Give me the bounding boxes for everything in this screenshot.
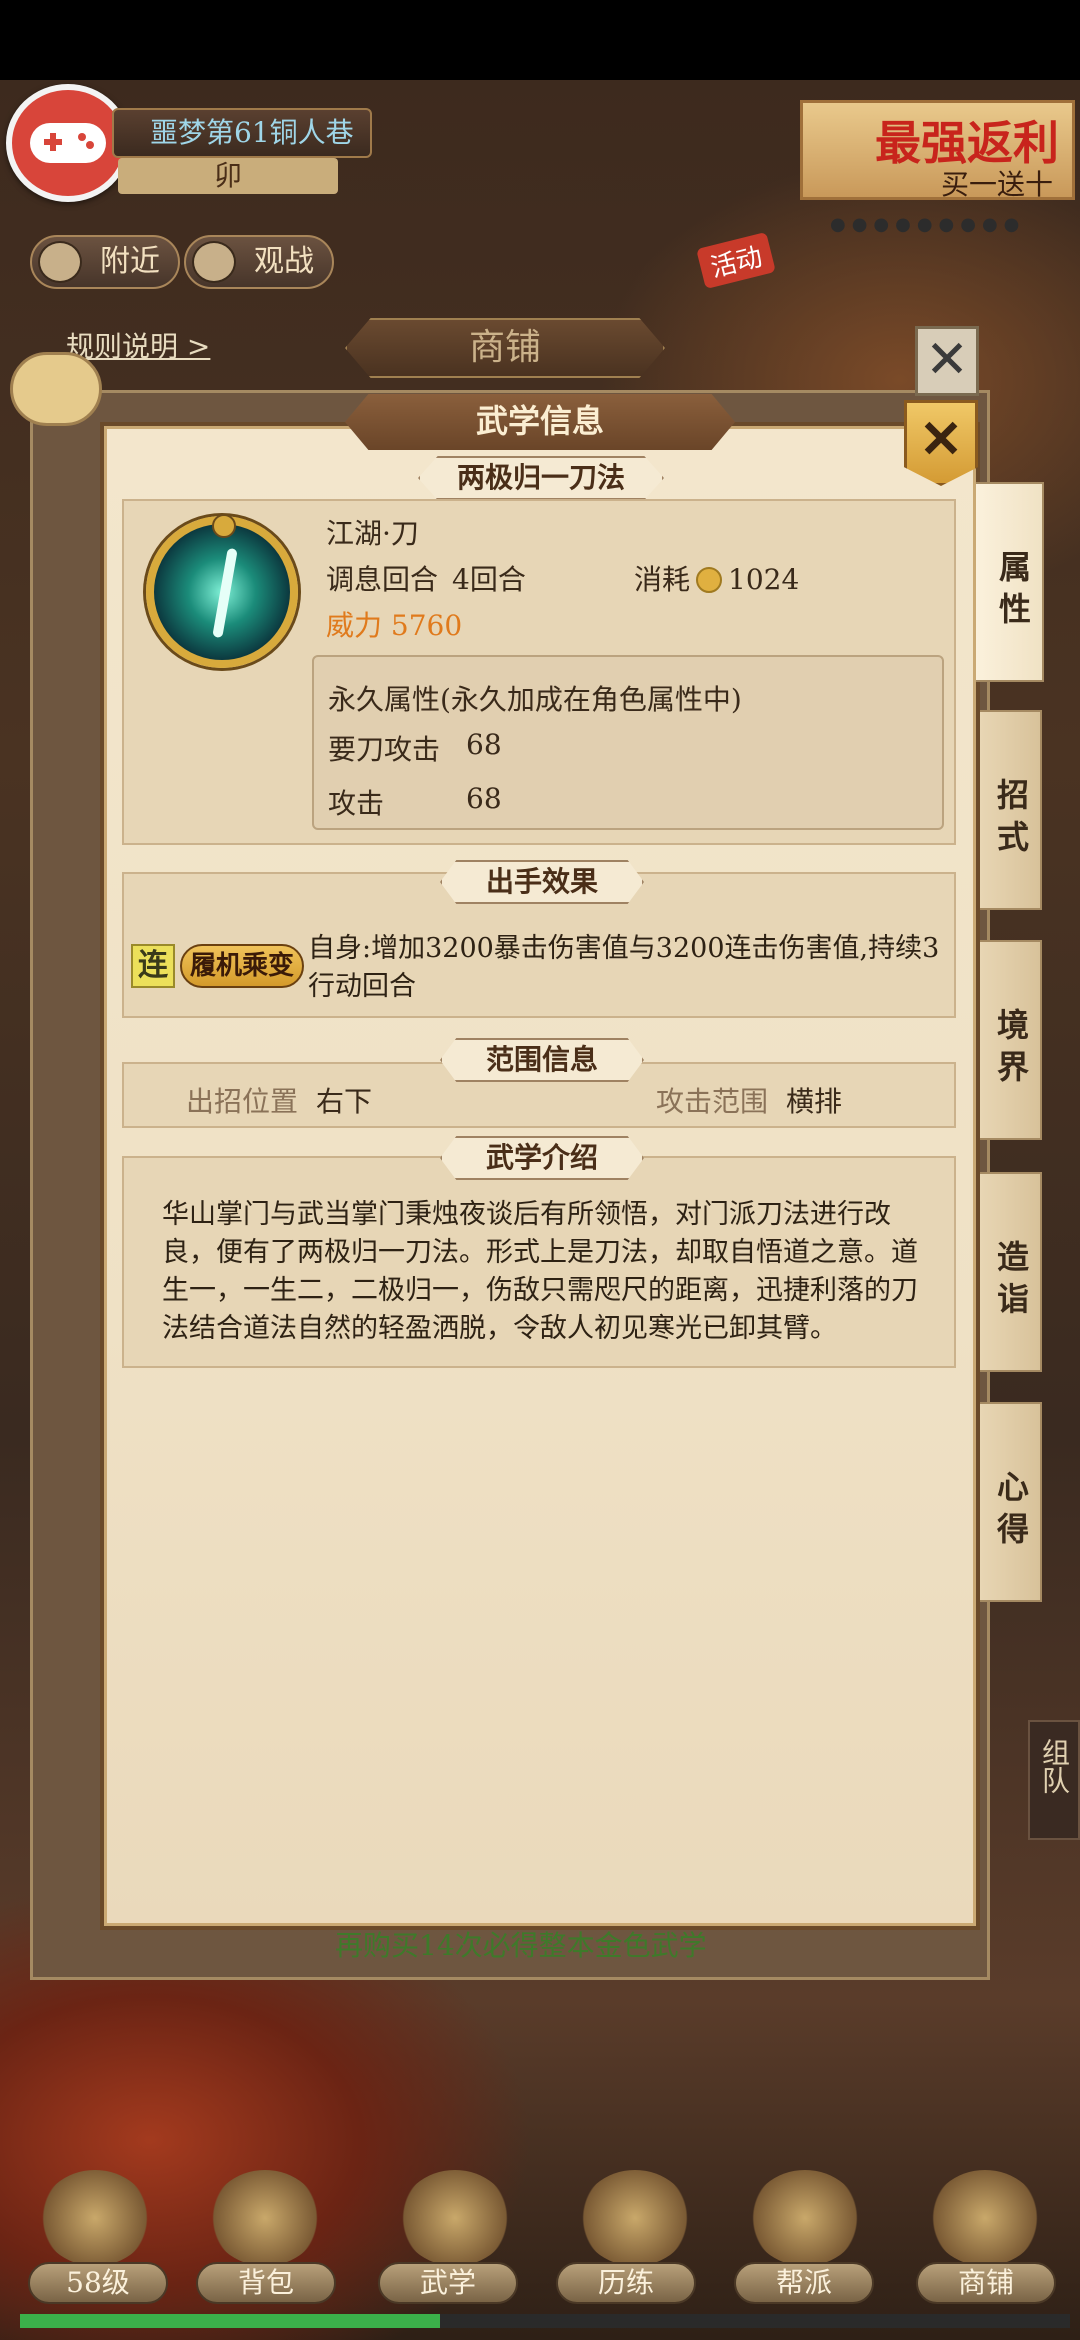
combo-badge: 连 [131, 944, 175, 988]
tab-moves[interactable]: 招式 [980, 710, 1042, 910]
tab-mastery[interactable]: 造诣 [980, 1172, 1042, 1372]
camera-icon [192, 241, 236, 283]
effect-description: 自身:增加3200暴击伤害值与3200连击伤害值,持续3行动回合 [308, 933, 940, 1002]
gamepad-icon [30, 123, 106, 163]
nav-martial-arts[interactable]: 武学 [378, 2262, 518, 2304]
nearby-label: 附近 [100, 244, 160, 279]
position-value: 右下 [316, 1085, 373, 1118]
perm-attr-value: 68 [466, 728, 502, 761]
range-section-title: 范围信息 [440, 1038, 644, 1082]
perm-attr-value: 68 [466, 782, 502, 815]
close-icon: ✕ [919, 409, 963, 470]
location-time: 卯 [118, 158, 338, 194]
cost-row: 消耗 1024 [634, 558, 799, 598]
promo-subtitle: 买一送十 [941, 168, 1054, 201]
intro-section-title: 武学介绍 [440, 1136, 644, 1180]
nav-level[interactable]: 58级 [28, 2262, 168, 2304]
banner-icon [750, 2170, 860, 2266]
nearby-button[interactable]: 附近 [30, 235, 180, 289]
effect-skill-badge[interactable]: 履机乘变 [180, 944, 304, 988]
shop-close-button[interactable]: ✕ [915, 326, 979, 396]
group-tab[interactable]: 组队 [1028, 1720, 1080, 1840]
perm-title: 永久属性(永久加成在角色属性中) [328, 683, 742, 716]
perm-attr-name: 攻击 [328, 787, 385, 820]
tab-attributes[interactable]: 属性 [976, 482, 1044, 682]
nearby-icon [38, 241, 82, 283]
drum-icon [580, 2170, 690, 2266]
skill-type: 江湖·刀 [326, 517, 419, 550]
intro-description: 华山掌门与武当掌门秉烛夜谈后有所领悟，对门派刀法进行改良，便有了两极归一刀法。形… [162, 1199, 918, 1344]
bag-icon [210, 2170, 320, 2266]
coin-icon [696, 567, 723, 593]
power-value: 威力 5760 [326, 609, 463, 642]
nav-shop[interactable]: 商铺 [916, 2262, 1056, 2304]
location-name: 噩梦第61铜人巷 [112, 108, 372, 158]
shop-icon [930, 2170, 1040, 2266]
nav-training[interactable]: 历练 [556, 2262, 696, 2304]
promo-pager-dots: ●●●●●●●●● [830, 214, 1026, 235]
watch-label: 观战 [254, 244, 314, 279]
rest-rounds-value: 4回合 [452, 563, 526, 596]
status-bar [0, 0, 1080, 80]
experience-fill [20, 2314, 440, 2328]
level-icon [40, 2170, 150, 2266]
effect-section-title: 出手效果 [440, 860, 644, 904]
cost-label: 消耗 [634, 563, 691, 596]
range-value: 横排 [786, 1085, 843, 1118]
scroll-icon [400, 2170, 510, 2266]
rest-rounds-label: 调息回合 [326, 563, 439, 596]
chat-icon[interactable] [10, 352, 102, 426]
dialog-title: 武学信息 [345, 394, 735, 450]
experience-bar [20, 2314, 1070, 2328]
shop-title: 商铺 [345, 318, 665, 378]
skill-icon[interactable] [146, 514, 298, 668]
shop-footer-hint: 再购买14次必得整本金色武学 [335, 1929, 707, 1962]
nav-guild[interactable]: 帮派 [734, 2262, 874, 2304]
cost-value: 1024 [728, 563, 800, 596]
tab-insight[interactable]: 心得 [980, 1402, 1042, 1602]
skill-name: 两极归一刀法 [418, 456, 664, 500]
range-label: 攻击范围 [656, 1085, 769, 1118]
watch-button[interactable]: 观战 [184, 235, 334, 289]
nav-bag[interactable]: 背包 [196, 2262, 336, 2304]
pin-icon [212, 514, 236, 538]
blade-icon [212, 547, 238, 639]
position-label: 出招位置 [186, 1085, 299, 1118]
perm-attr-name: 要刀攻击 [328, 733, 441, 766]
tab-realm[interactable]: 境界 [980, 940, 1042, 1140]
promo-banner[interactable]: 最强返利 买一送十 [800, 100, 1075, 201]
